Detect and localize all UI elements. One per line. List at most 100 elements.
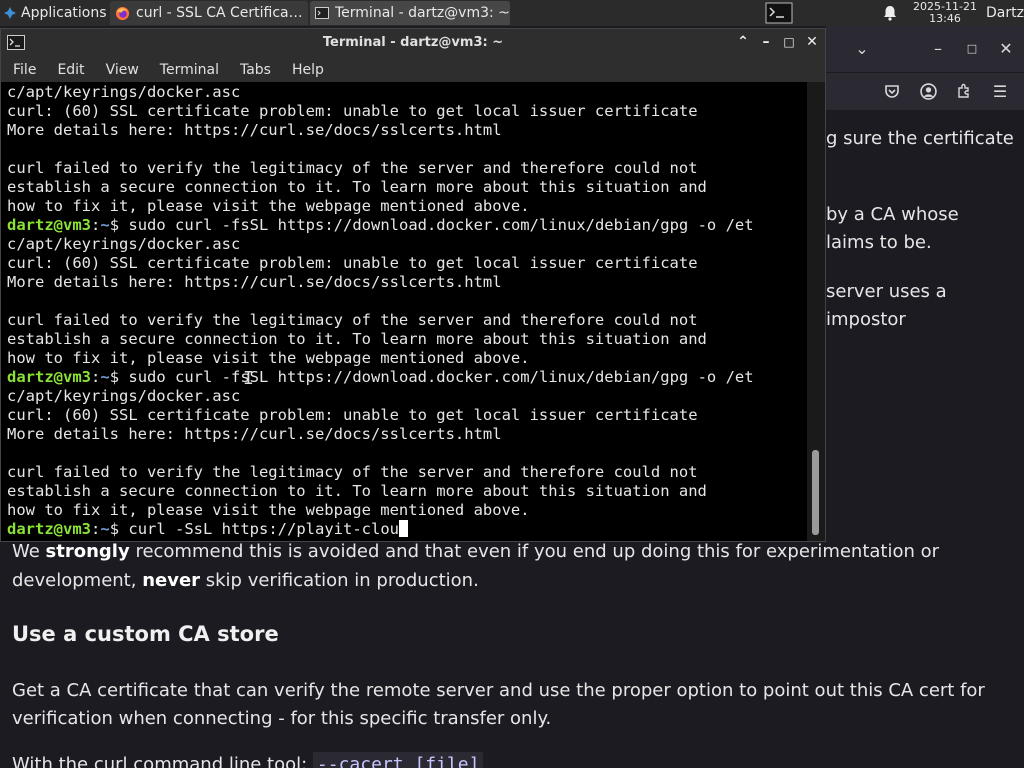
terminal-line-text: c/apt/keyrings/docker.asc xyxy=(7,83,241,101)
terminal-output-line: More details here: https://curl.se/docs/… xyxy=(7,425,754,444)
prompt-path: ~ xyxy=(100,216,110,234)
terminal-output-line: establish a secure connection to it. To … xyxy=(7,482,754,501)
terminal-line-text: curl failed to verify the legitimacy of … xyxy=(7,311,698,329)
taskbar-task-label: curl - SSL CA Certificate... xyxy=(136,5,308,21)
page-text-fragment: g sure the certificate xyxy=(826,128,1014,149)
taskbar-task-terminal[interactable]: Terminal - dartz@vm3: ~ xyxy=(310,1,510,25)
pocket-icon[interactable] xyxy=(880,79,904,103)
clock[interactable]: 2025-11-21 13:46 xyxy=(908,0,982,26)
menu-terminal[interactable]: Terminal xyxy=(148,62,228,78)
terminal-scrollbar-thumb[interactable] xyxy=(812,450,819,535)
terminal-output-line: curl: (60) SSL certificate problem: unab… xyxy=(7,406,754,425)
prompt-path: ~ xyxy=(100,520,110,538)
prompt-colon: : xyxy=(91,368,101,386)
terminal-line-text: c/apt/keyrings/docker.asc xyxy=(7,235,241,253)
close-icon[interactable]: ✕ xyxy=(994,36,1018,60)
user-menu[interactable]: Dartz xyxy=(986,0,1024,26)
terminal-cursor xyxy=(398,520,408,537)
prompt-user: dartz@vm3 xyxy=(7,368,91,386)
text-cursor-icon: I xyxy=(243,368,254,389)
page-text-fragment: server uses a xyxy=(826,281,947,302)
terminal-output-line: c/apt/keyrings/docker.asc xyxy=(7,387,754,406)
applications-icon xyxy=(3,6,17,20)
terminal-lines: c/apt/keyrings/docker.asc curl: (60) SSL … xyxy=(7,83,754,539)
terminal-command: curl -SsL https://playit-clou xyxy=(128,520,399,538)
terminal-line-text: c/apt/keyrings/docker.asc xyxy=(7,387,241,405)
account-icon[interactable] xyxy=(916,79,940,103)
terminal-output[interactable]: c/apt/keyrings/docker.asc curl: (60) SSL … xyxy=(1,82,807,541)
menu-help[interactable]: Help xyxy=(280,62,333,78)
terminal-line-text: curl failed to verify the legitimacy of … xyxy=(7,463,698,481)
prompt-suffix: $ xyxy=(109,520,129,538)
terminal-output-line: More details here: https://curl.se/docs/… xyxy=(7,121,754,140)
prompt-path: ~ xyxy=(100,368,110,386)
paragraph-cli-tool: With the curl command line tool: --cacer… xyxy=(12,751,484,768)
notification-bell-icon[interactable] xyxy=(880,0,900,26)
extensions-icon[interactable] xyxy=(952,79,976,103)
terminal-line-text: More details here: https://curl.se/docs/… xyxy=(7,273,502,291)
applications-menu-button[interactable]: Applications xyxy=(0,0,108,26)
terminal-line-text: curl: (60) SSL certificate problem: unab… xyxy=(7,254,698,272)
terminal-command: sudo curl -fsSL https://download.docker.… xyxy=(128,368,754,386)
firefox-icon xyxy=(115,6,130,21)
taskbar-task-browser[interactable]: curl - SSL CA Certificate... xyxy=(110,1,308,25)
prompt-user: dartz@vm3 xyxy=(7,520,91,538)
hamburger-menu-icon[interactable]: ☰ xyxy=(988,79,1012,103)
terminal-launcher-icon[interactable] xyxy=(762,0,796,26)
terminal-output-line: curl: (60) SSL certificate problem: unab… xyxy=(7,254,754,273)
terminal-title: Terminal - dartz@vm3: ~ xyxy=(322,35,504,50)
menu-view[interactable]: View xyxy=(94,62,148,78)
menu-edit[interactable]: Edit xyxy=(45,62,93,78)
paragraph-ca-certificate-2: verification when connecting - for this … xyxy=(12,708,552,729)
prompt-user: dartz@vm3 xyxy=(7,216,91,234)
terminal-output-line: curl: (60) SSL certificate problem: unab… xyxy=(7,102,754,121)
terminal-scrollbar[interactable] xyxy=(807,82,825,541)
terminal-output-line: More details here: https://curl.se/docs/… xyxy=(7,273,754,292)
terminal-line-text: establish a secure connection to it. To … xyxy=(7,178,707,196)
paragraph-ca-certificate: Get a CA certificate that can verify the… xyxy=(12,680,985,701)
paragraph-never-skip: development, never skip verification in … xyxy=(12,570,479,591)
shade-up-icon[interactable]: ⌃ xyxy=(734,33,752,51)
terminal-line-text: how to fix it, please visit the webpage … xyxy=(7,501,530,519)
minimize-icon[interactable]: – xyxy=(926,36,950,60)
terminal-prompt-line: dartz@vm3:~$ sudo curl -fsSL https://dow… xyxy=(7,368,754,387)
page-text-fragment: laims to be. xyxy=(826,232,932,253)
minimize-icon[interactable]: – xyxy=(757,33,775,51)
terminal-line-text: how to fix it, please visit the webpage … xyxy=(7,349,530,367)
terminal-output-line: how to fix it, please visit the webpage … xyxy=(7,501,754,520)
terminal-output-line: c/apt/keyrings/docker.asc xyxy=(7,83,754,102)
terminal-line-text: More details here: https://curl.se/docs/… xyxy=(7,121,502,139)
terminal-prompt-line: dartz@vm3:~$ curl -SsL https://playit-cl… xyxy=(7,520,754,539)
prompt-colon: : xyxy=(91,520,101,538)
terminal-line-text: establish a secure connection to it. To … xyxy=(7,482,707,500)
terminal-icon xyxy=(315,7,329,19)
browser-tab-strip: ⌄ – □ ✕ xyxy=(826,26,1024,72)
prompt-colon: : xyxy=(91,216,101,234)
terminal-line-text: curl: (60) SSL certificate problem: unab… xyxy=(7,102,698,120)
terminal-output-line: establish a secure connection to it. To … xyxy=(7,178,754,197)
terminal-command: sudo curl -fsSL https://download.docker.… xyxy=(128,216,754,234)
maximize-icon[interactable]: □ xyxy=(780,33,798,51)
terminal-output-line: establish a secure connection to it. To … xyxy=(7,330,754,349)
terminal-prompt-line: dartz@vm3:~$ sudo curl -fsSL https://dow… xyxy=(7,216,754,235)
terminal-output-line: curl failed to verify the legitimacy of … xyxy=(7,463,754,482)
terminal-output-line: how to fix it, please visit the webpage … xyxy=(7,349,754,368)
page-text-fragment: impostor xyxy=(826,309,906,330)
close-icon[interactable]: ✕ xyxy=(803,33,821,51)
prompt-suffix: $ xyxy=(109,368,129,386)
applications-label: Applications xyxy=(21,5,107,21)
terminal-window: Terminal - dartz@vm3: ~ ⌃ – □ ✕ File Edi… xyxy=(0,28,826,542)
terminal-line-text: curl: (60) SSL certificate problem: unab… xyxy=(7,406,698,424)
cacert-code: --cacert [file] xyxy=(312,752,484,768)
terminal-titlebar[interactable]: Terminal - dartz@vm3: ~ ⌃ – □ ✕ xyxy=(1,29,825,57)
terminal-output-line: curl failed to verify the legitimacy of … xyxy=(7,159,754,178)
terminal-output-line: curl failed to verify the legitimacy of … xyxy=(7,311,754,330)
menu-file[interactable]: File xyxy=(1,62,45,78)
clock-time: 13:46 xyxy=(929,12,961,25)
maximize-icon[interactable]: □ xyxy=(960,36,984,60)
tab-list-chevron-icon[interactable]: ⌄ xyxy=(850,36,874,60)
menu-tabs[interactable]: Tabs xyxy=(228,62,280,78)
